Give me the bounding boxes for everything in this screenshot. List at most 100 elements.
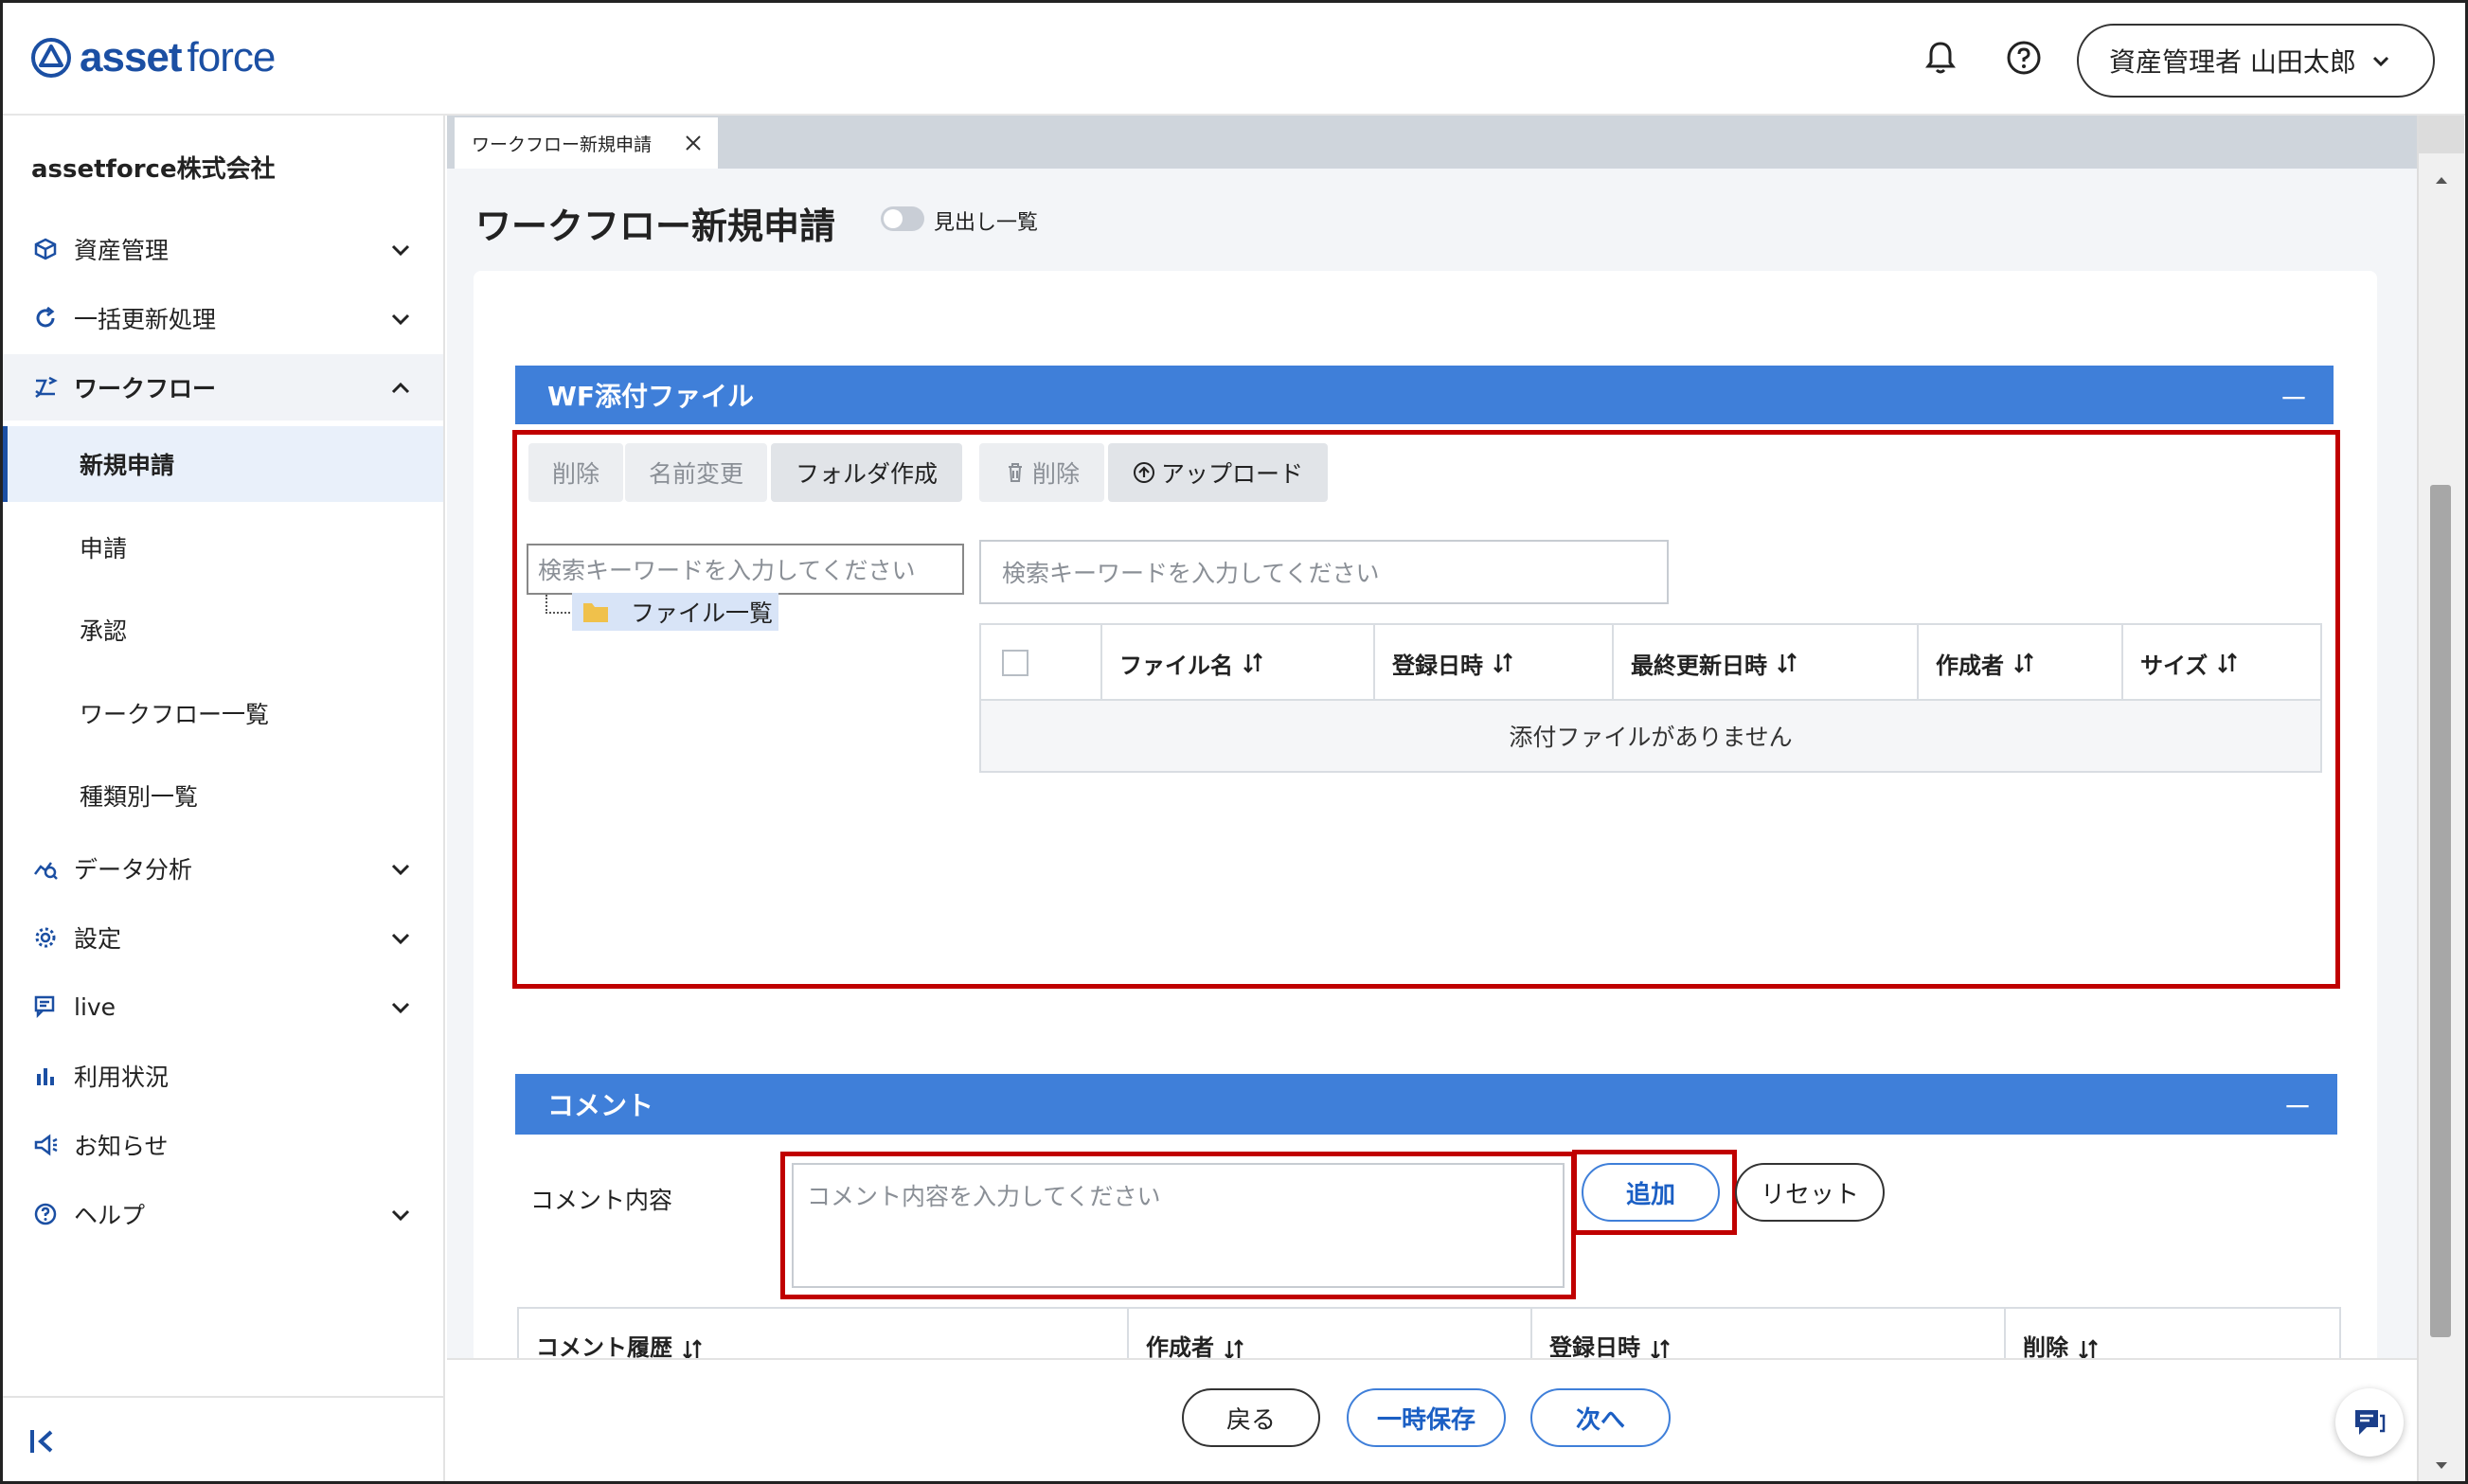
upload-icon (1133, 462, 1154, 483)
comment-section-header[interactable]: コメント － (515, 1074, 2337, 1135)
reset-comment-button[interactable]: リセット (1735, 1163, 1885, 1222)
scroll-down-arrow-icon[interactable] (2434, 1460, 2449, 1472)
button-label: リセット (1760, 1180, 1859, 1209)
column-header-registered[interactable]: 登録日時 (1375, 625, 1614, 701)
sidebar-item-asset-management[interactable]: 資産管理 (0, 216, 443, 282)
gear-icon (35, 927, 56, 948)
outline-toggle-label: 見出し一覧 (934, 211, 1039, 235)
bell-icon[interactable] (1921, 38, 1960, 78)
attachments-table: ファイル名 登録日時 最終更新日時 作成者 サイズ 添付ファイルがありません (979, 623, 2322, 773)
sort-icon (2218, 653, 2238, 673)
sidebar-item-data-analysis[interactable]: データ分析 (0, 835, 443, 902)
sort-icon (1225, 1339, 1243, 1358)
sidebar-item-label: お知らせ (74, 1133, 169, 1160)
sort-icon (1493, 653, 1512, 673)
file-search-input[interactable]: 検索キーワードを入力してください (979, 540, 1669, 604)
select-all-checkbox[interactable] (1002, 650, 1028, 676)
sidebar-subitem-request[interactable]: 申請 (0, 510, 443, 585)
sidebar-subitem-label: 種類別一覧 (80, 783, 199, 811)
save-draft-button[interactable]: 一時保存 (1347, 1388, 1506, 1447)
chevron-down-icon (391, 1209, 410, 1222)
collapse-sidebar-icon[interactable] (28, 1426, 61, 1457)
column-label: 登録日時 (1549, 1334, 1640, 1358)
outline-toggle[interactable] (881, 206, 924, 231)
chevron-down-icon (391, 933, 410, 945)
close-icon[interactable] (684, 134, 703, 152)
refresh-icon (36, 306, 55, 328)
tree-delete-button[interactable]: 削除 (528, 443, 623, 502)
sidebar-item-bulk-update[interactable]: 一括更新処理 (0, 285, 443, 351)
file-delete-button[interactable]: 削除 (979, 443, 1104, 502)
chevron-down-icon (391, 864, 410, 876)
button-label: 削除 (551, 460, 599, 488)
scroll-up-arrow-icon[interactable] (2434, 174, 2449, 186)
sidebar-subitem-label: 申請 (80, 535, 128, 563)
sidebar-item-live[interactable]: live (0, 974, 443, 1040)
column-header-delete[interactable]: 削除 (2006, 1309, 2339, 1358)
search-placeholder: 検索キーワードを入力してください (1002, 560, 1380, 587)
sort-icon (1651, 1339, 1670, 1358)
sidebar-subitem-approval[interactable]: 承認 (0, 592, 443, 668)
chevron-up-icon (391, 382, 410, 394)
column-header-size[interactable]: サイズ (2123, 625, 2320, 701)
add-comment-button[interactable]: 追加 (1582, 1163, 1720, 1222)
tree-search-input[interactable]: 検索キーワードを入力してください (527, 544, 964, 595)
button-label: フォルダ作成 (795, 460, 938, 488)
create-folder-button[interactable]: フォルダ作成 (771, 443, 962, 502)
live-chat-icon (34, 995, 55, 1019)
sidebar-item-workflow[interactable]: ワークフロー (0, 354, 443, 420)
column-label: サイズ (2140, 652, 2209, 679)
sidebar-subitem-new-request[interactable]: 新規申請 (0, 426, 443, 502)
logo[interactable]: asset force (30, 34, 277, 81)
help-circle-icon (34, 1203, 57, 1225)
back-button[interactable]: 戻る (1182, 1388, 1320, 1447)
minimize-icon[interactable]: － (2282, 1083, 2313, 1127)
help-icon[interactable] (2004, 38, 2044, 78)
sidebar-item-settings[interactable]: 設定 (0, 904, 443, 971)
sidebar-item-label: ワークフロー (74, 375, 217, 402)
sidebar-item-label: ヘルプ (74, 1202, 146, 1229)
select-all-cell (981, 625, 1102, 701)
sidebar-item-label: 利用状況 (74, 1064, 170, 1091)
minimize-icon[interactable]: － (2279, 375, 2309, 419)
sidebar-item-notices[interactable]: お知らせ (0, 1112, 443, 1178)
upload-button[interactable]: アップロード (1108, 443, 1328, 502)
column-header-creator[interactable]: 作成者 (1919, 625, 2123, 701)
analytics-icon (34, 862, 58, 880)
column-header-comment-history[interactable]: コメント履歴 (519, 1309, 1129, 1358)
sidebar-item-usage[interactable]: 利用状況 (0, 1043, 443, 1109)
page-title: ワークフロー新規申請 (475, 206, 836, 247)
chevron-down-icon (2372, 56, 2388, 67)
empty-message: 添付ファイルがありません (981, 701, 2320, 771)
rename-button[interactable]: 名前変更 (625, 443, 767, 502)
chevron-down-icon (391, 1002, 410, 1014)
button-label: 追加 (1625, 1180, 1675, 1209)
sidebar-subitem-workflow-list[interactable]: ワークフロー一覧 (0, 675, 443, 751)
next-button[interactable]: 次へ (1530, 1388, 1671, 1447)
company-name: assetforce株式会社 (31, 155, 276, 184)
logo-text-bold: asset (80, 34, 183, 80)
user-menu-button[interactable]: 資産管理者 山田太郎 (2077, 24, 2435, 98)
tab-workflow-new-request[interactable]: ワークフロー新規申請 (455, 117, 718, 169)
sort-icon (1778, 653, 1797, 673)
column-header-creator[interactable]: 作成者 (1129, 1309, 1532, 1358)
table-header: ファイル名 登録日時 最終更新日時 作成者 サイズ (981, 625, 2320, 701)
column-header-file-name[interactable]: ファイル名 (1102, 625, 1375, 701)
column-header-registered[interactable]: 登録日時 (1532, 1309, 2006, 1358)
button-label: 削除 (1031, 460, 1080, 488)
attachments-section-header[interactable]: WF添付ファイル － (515, 366, 2334, 424)
comment-textarea[interactable]: コメント内容を入力してください (792, 1163, 1565, 1288)
section-title: コメント (547, 1090, 654, 1121)
scrollbar-thumb[interactable] (2430, 485, 2451, 1337)
logo-text-light: force (187, 34, 277, 80)
workflow-icon (35, 376, 58, 398)
chat-support-button[interactable] (2335, 1388, 2404, 1457)
page-scrollbar[interactable] (2417, 116, 2464, 1481)
comment-field-label: コメント内容 (530, 1187, 673, 1214)
column-header-last-updated[interactable]: 最終更新日時 (1614, 625, 1919, 701)
sidebar-item-label: データ分析 (74, 856, 193, 884)
sidebar-subitem-by-type[interactable]: 種類別一覧 (0, 758, 443, 833)
tree-node-file-list[interactable]: ファイル一覧 (572, 593, 778, 631)
sidebar-item-help[interactable]: ヘルプ (0, 1181, 443, 1247)
column-label: 最終更新日時 (1631, 652, 1767, 679)
